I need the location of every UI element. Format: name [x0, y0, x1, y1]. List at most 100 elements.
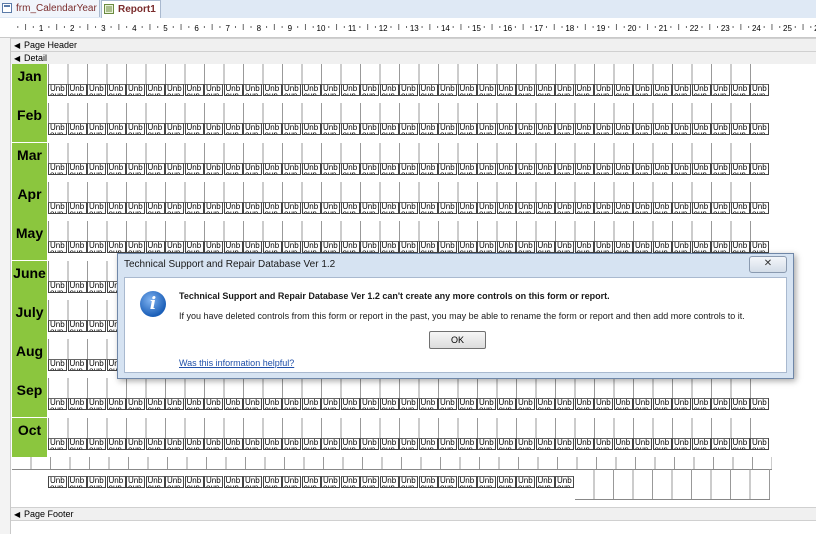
unbound-textbox[interactable]: Unboun: [360, 398, 379, 411]
unbound-textbox[interactable]: Unboun: [87, 437, 106, 450]
unbound-textbox[interactable]: Unboun: [633, 84, 652, 96]
detail-band[interactable]: ◀ Detail: [11, 51, 816, 65]
unbound-textbox[interactable]: Unboun: [535, 123, 555, 136]
tab-frm-calendaryear[interactable]: frm_CalendarYear: [0, 0, 100, 17]
unbound-textbox[interactable]: Unboun: [67, 84, 87, 96]
unbound-textbox[interactable]: Unboun: [282, 123, 301, 136]
unbound-textbox[interactable]: Unboun: [282, 201, 301, 214]
unbound-textbox[interactable]: Unboun: [67, 319, 87, 332]
unbound-textbox[interactable]: Unboun: [223, 241, 243, 254]
unbound-textbox[interactable]: Unboun: [48, 84, 67, 96]
unbound-textbox[interactable]: Unboun: [243, 437, 262, 450]
unbound-textbox[interactable]: Unboun: [535, 398, 555, 411]
unbound-textbox[interactable]: Unboun: [321, 398, 340, 411]
ok-button[interactable]: OK: [429, 331, 486, 349]
unbound-textbox[interactable]: Unboun: [516, 476, 535, 488]
unbound-textbox[interactable]: Unboun: [262, 84, 282, 96]
month-label[interactable]: Oct: [12, 417, 47, 457]
unbound-textbox[interactable]: Unboun: [360, 162, 379, 175]
unbound-textbox[interactable]: Unboun: [48, 476, 67, 488]
unbound-textbox[interactable]: Unboun: [145, 437, 165, 450]
unbound-textbox[interactable]: Unboun: [48, 319, 67, 332]
unbound-textbox[interactable]: Unboun: [535, 476, 555, 488]
unbound-textbox[interactable]: Unboun: [106, 241, 126, 254]
unbound-textbox[interactable]: Unboun: [399, 398, 418, 411]
unbound-textbox[interactable]: Unboun: [67, 241, 87, 254]
month-label[interactable]: Mar: [12, 142, 47, 182]
unbound-textbox[interactable]: Unboun: [691, 201, 711, 214]
unbound-textbox[interactable]: Unboun: [574, 201, 594, 214]
unbound-textbox[interactable]: Unboun: [67, 201, 87, 214]
unbound-textbox[interactable]: Unboun: [67, 398, 87, 411]
month-label[interactable]: Apr: [12, 181, 47, 221]
unbound-textbox[interactable]: Unboun: [457, 476, 477, 488]
unbound-textbox[interactable]: Unboun: [262, 437, 282, 450]
unbound-textbox[interactable]: Unboun: [496, 437, 516, 450]
unbound-textbox[interactable]: Unboun: [516, 162, 535, 175]
unbound-textbox[interactable]: Unboun: [399, 241, 418, 254]
unbound-textbox[interactable]: Unboun: [477, 398, 496, 411]
unbound-textbox[interactable]: Unboun: [106, 398, 126, 411]
unbound-textbox[interactable]: Unboun: [516, 123, 535, 136]
unbound-textbox[interactable]: Unboun: [165, 398, 184, 411]
unbound-textbox[interactable]: Unboun: [438, 437, 457, 450]
unbound-textbox[interactable]: Unboun: [594, 241, 613, 254]
unbound-textbox[interactable]: Unboun: [48, 201, 67, 214]
unbound-textbox[interactable]: Unboun: [48, 162, 67, 175]
unbound-textbox[interactable]: Unboun: [555, 241, 574, 254]
unbound-textbox[interactable]: Unboun: [126, 437, 145, 450]
unbound-textbox[interactable]: Unboun: [574, 162, 594, 175]
unbound-textbox[interactable]: Unboun: [87, 476, 106, 488]
unbound-textbox[interactable]: Unboun: [145, 84, 165, 96]
unbound-textbox[interactable]: Unboun: [691, 398, 711, 411]
unbound-textbox[interactable]: Unboun: [711, 398, 730, 411]
unbound-textbox[interactable]: Unboun: [555, 162, 574, 175]
unbound-textbox[interactable]: Unboun: [711, 241, 730, 254]
unbound-textbox[interactable]: Unboun: [301, 437, 321, 450]
unbound-textbox[interactable]: Unboun: [360, 123, 379, 136]
unbound-textbox[interactable]: Unboun: [477, 437, 496, 450]
unbound-textbox[interactable]: Unboun: [223, 84, 243, 96]
unbound-textbox[interactable]: Unboun: [48, 398, 67, 411]
unbound-textbox[interactable]: Unboun: [496, 398, 516, 411]
unbound-textbox[interactable]: Unboun: [301, 84, 321, 96]
unbound-textbox[interactable]: Unboun: [87, 162, 106, 175]
unbound-textbox[interactable]: Unboun: [262, 398, 282, 411]
unbound-textbox[interactable]: Unboun: [340, 84, 360, 96]
month-label[interactable]: Jan: [12, 64, 47, 103]
unbound-textbox[interactable]: Unboun: [87, 280, 106, 293]
unbound-textbox[interactable]: Unboun: [223, 476, 243, 488]
unbound-textbox[interactable]: Unboun: [418, 398, 438, 411]
unbound-textbox[interactable]: Unboun: [87, 201, 106, 214]
unbound-textbox[interactable]: Unboun: [321, 123, 340, 136]
unbound-textbox[interactable]: Unboun: [204, 398, 223, 411]
unbound-textbox[interactable]: Unboun: [262, 123, 282, 136]
unbound-textbox[interactable]: Unboun: [477, 201, 496, 214]
unbound-textbox[interactable]: Unboun: [652, 241, 672, 254]
unbound-textbox[interactable]: Unboun: [379, 162, 399, 175]
unbound-textbox[interactable]: Unboun: [321, 241, 340, 254]
unbound-textbox[interactable]: Unboun: [87, 398, 106, 411]
unbound-textbox[interactable]: Unboun: [574, 398, 594, 411]
unbound-textbox[interactable]: Unboun: [48, 241, 67, 254]
unbound-textbox[interactable]: Unboun: [711, 162, 730, 175]
unbound-textbox[interactable]: Unboun: [204, 437, 223, 450]
unbound-textbox[interactable]: Unboun: [438, 476, 457, 488]
unbound-textbox[interactable]: Unboun: [418, 123, 438, 136]
unbound-textbox[interactable]: Unboun: [262, 162, 282, 175]
unbound-textbox[interactable]: Unboun: [106, 476, 126, 488]
unbound-textbox[interactable]: Unboun: [516, 241, 535, 254]
unbound-textbox[interactable]: Unboun: [750, 437, 769, 450]
unbound-textbox[interactable]: Unboun: [613, 201, 633, 214]
unbound-textbox[interactable]: Unboun: [652, 162, 672, 175]
unbound-textbox[interactable]: Unboun: [282, 398, 301, 411]
unbound-textbox[interactable]: Unboun: [67, 123, 87, 136]
unbound-textbox[interactable]: Unboun: [730, 201, 750, 214]
unbound-textbox[interactable]: Unboun: [67, 280, 87, 293]
unbound-textbox[interactable]: Unboun: [594, 437, 613, 450]
unbound-textbox[interactable]: Unboun: [594, 162, 613, 175]
unbound-textbox[interactable]: Unboun: [184, 123, 204, 136]
help-link[interactable]: Was this information helpful?: [179, 358, 294, 368]
unbound-textbox[interactable]: Unboun: [67, 359, 87, 372]
unbound-textbox[interactable]: Unboun: [145, 123, 165, 136]
